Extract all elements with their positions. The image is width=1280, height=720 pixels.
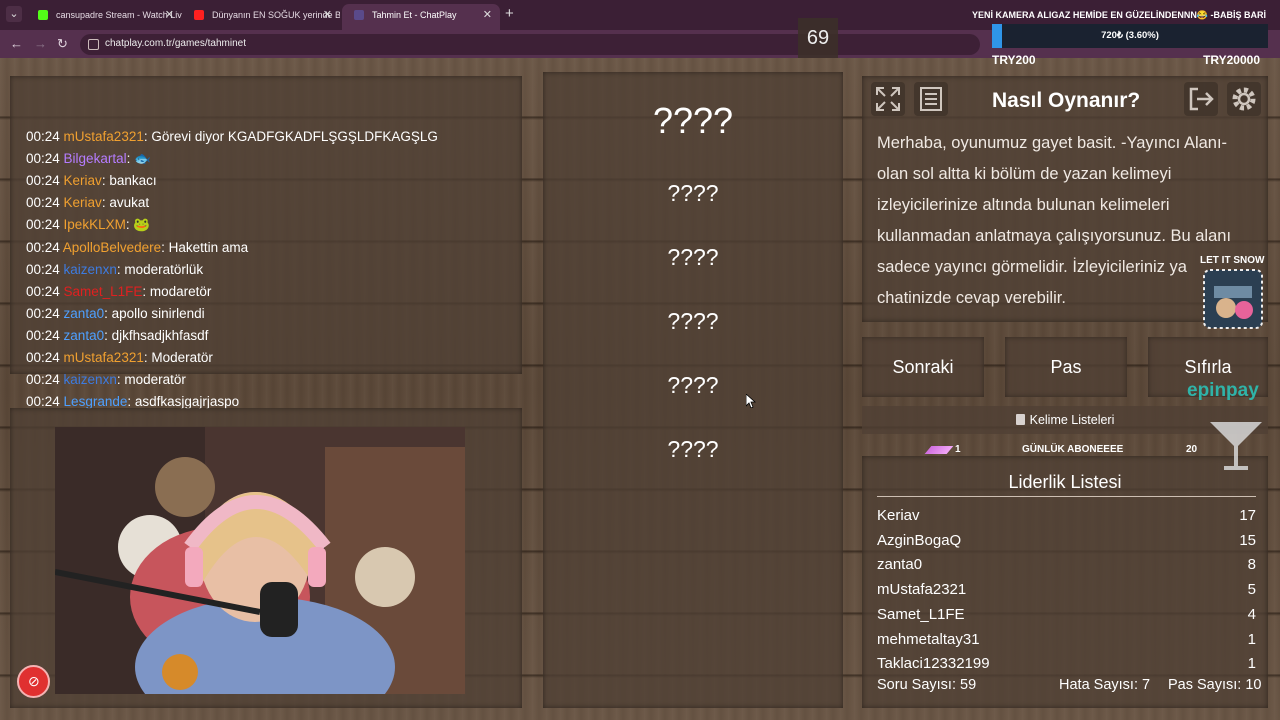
let-it-snow-label: LET IT SNOW xyxy=(1200,255,1265,266)
leaderboard-score: 1 xyxy=(1247,630,1256,648)
leaderboard-name: zanta0 xyxy=(877,556,923,574)
leaderboard-row: Keriav 17 xyxy=(877,507,1256,531)
leaderboard-row: AzginBogaQ 15 xyxy=(877,532,1256,556)
pass-count: Pas Sayısı: 10 xyxy=(1168,677,1262,693)
leaderboard-name: AzginBogaQ xyxy=(877,531,962,549)
leaderboard-name: Keriav xyxy=(877,507,920,524)
error-count: Hata Sayısı: 7 xyxy=(1059,677,1151,693)
leaderboard-score: 8 xyxy=(1247,556,1256,574)
leaderboard-row: zanta0 8 xyxy=(877,556,1256,580)
donation-goal-min: TRY200 xyxy=(992,53,1036,67)
cocktail-glass-icon xyxy=(1210,422,1262,470)
leaderboard-score: 1 xyxy=(1247,655,1256,668)
let-it-snow-badge xyxy=(1203,269,1263,329)
donation-goal-text: 720₺ (3.60%) xyxy=(1101,30,1159,41)
donation-goal-max: TRY20000 xyxy=(1203,53,1260,67)
mouse-cursor-icon xyxy=(746,394,756,408)
donation-goal-title: YENİ KAMERA ALIGAZ HEMİDE EN GÜZELİNDENN… xyxy=(972,10,1267,20)
leaderboard-row: mehmetaltay31 1 xyxy=(877,631,1256,655)
leaderboard-name: mUstafa2321 xyxy=(877,581,967,599)
leaderboard-name: mehmetaltay31 xyxy=(877,630,980,648)
mute-mic-button[interactable]: ⊘ xyxy=(17,665,50,698)
leaderboard-row: Samet_L1FE 4 xyxy=(877,606,1256,630)
epinpay-logo: epinpay xyxy=(1187,380,1259,401)
donation-goal-bar: 720₺ (3.60%) xyxy=(992,24,1268,48)
leaderboard-row: Taklaci12332199 1 xyxy=(877,655,1256,668)
leaderboard-score: 17 xyxy=(1239,507,1256,524)
leaderboard-rows: Keriav 17 AzginBogaQ 15 zanta0 8 mUstafa2321 5 S… xyxy=(0,0,1280,668)
leaderboard-score: 5 xyxy=(1247,581,1256,599)
leaderboard-name: Taklaci12332199 xyxy=(877,655,990,668)
leaderboard-row: mUstafa2321 5 xyxy=(877,581,1256,605)
leaderboard-score: 15 xyxy=(1239,531,1256,549)
leaderboard-name: Samet_L1FE xyxy=(877,605,965,623)
question-count: Soru Sayısı: 59 xyxy=(877,677,977,693)
leaderboard-score: 4 xyxy=(1247,605,1256,623)
mic-off-icon: ⊘ xyxy=(28,673,40,689)
